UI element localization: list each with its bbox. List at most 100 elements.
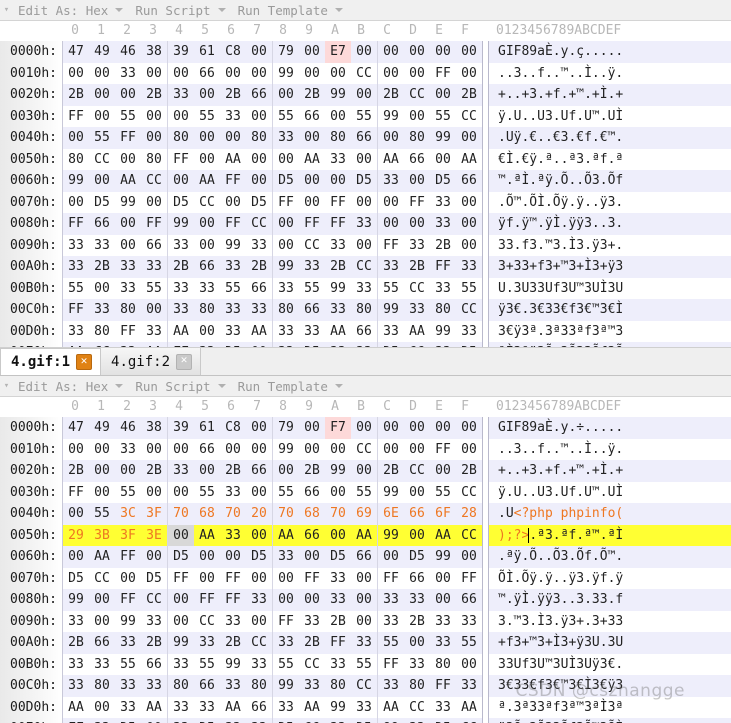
hex-byte[interactable]: 38 (141, 417, 167, 439)
hex-byte[interactable]: 99 (378, 482, 404, 504)
table-row[interactable]: 00D0h: AA 00 33 AA 33 33 AA 66 33 AA 99 33 AA CC 33 AA ª.… (0, 696, 731, 718)
hex-byte[interactable]: 00 (63, 503, 89, 525)
hex-byte[interactable]: CC (89, 568, 115, 590)
hex-byte[interactable]: 46 (115, 41, 141, 63)
hex-byte[interactable]: 33 (273, 632, 299, 654)
hex-byte[interactable]: 00 (404, 63, 430, 85)
hex-byte[interactable]: CC (456, 482, 482, 504)
hex-byte[interactable]: D5 (168, 546, 194, 568)
hex-byte[interactable]: 47 (63, 41, 89, 63)
hex-bytes[interactable]: 33 33 55 66 33 55 99 33 55 CC 33 55 FF 33 80 00 (62, 653, 483, 676)
hex-byte[interactable]: 33 (273, 127, 299, 149)
hex-byte[interactable]: 33 (378, 256, 404, 278)
hex-byte[interactable]: AA (246, 321, 272, 343)
hex-byte[interactable]: 00 (404, 170, 430, 192)
hex-byte[interactable]: 00 (325, 524, 351, 546)
hex-byte[interactable]: 3F (115, 524, 141, 546)
hex-byte[interactable]: FF (404, 192, 430, 214)
hex-byte[interactable]: 00 (115, 149, 141, 171)
hex-byte[interactable]: FF (63, 299, 89, 321)
hex-byte[interactable]: 33 (220, 675, 246, 697)
hex-byte[interactable]: 33 (63, 654, 89, 676)
hex-byte[interactable]: CC (194, 611, 220, 633)
hex-byte[interactable]: 00 (141, 127, 167, 149)
hex-byte[interactable]: 99 (168, 213, 194, 235)
chevron-down-icon[interactable] (334, 8, 343, 12)
hex-byte[interactable]: 55 (63, 278, 89, 300)
hex-byte[interactable]: 39 (168, 417, 194, 439)
hex-byte[interactable]: 33 (89, 654, 115, 676)
hex-byte[interactable]: 66 (456, 589, 482, 611)
hex-byte[interactable]: 70 (168, 503, 194, 525)
hex-byte[interactable]: 00 (299, 41, 325, 63)
hex-byte[interactable]: 33 (378, 321, 404, 343)
ascii-text[interactable]: +f3+™3+Ì3+ÿ3U.3U (488, 632, 731, 654)
hex-byte[interactable]: 80 (273, 299, 299, 321)
hex-byte[interactable]: 79 (273, 417, 299, 439)
hex-byte[interactable]: 55 (273, 482, 299, 504)
hex-byte[interactable]: 55 (273, 106, 299, 128)
ascii-text[interactable]: );?>.ª3.ªf.ª™.ªÌ (488, 524, 731, 546)
hex-byte[interactable]: 80 (246, 675, 272, 697)
hex-byte[interactable]: 33 (246, 299, 272, 321)
hex-byte[interactable]: D5 (194, 718, 220, 723)
hex-byte[interactable]: 00 (456, 127, 482, 149)
hex-byte[interactable]: 00 (115, 568, 141, 590)
hex-byte[interactable]: AA (351, 524, 377, 546)
hex-byte[interactable]: FF (325, 192, 351, 214)
hex-byte[interactable]: 00 (351, 417, 377, 439)
hex-byte[interactable]: 33 (456, 611, 482, 633)
table-row[interactable]: 0080h: 99 00 FF CC 00 FF FF 33 00 00 33 00 33 33 00 66 ™.… (0, 589, 731, 611)
table-row[interactable]: 00C0h: 33 80 33 33 80 66 33 80 99 33 80 CC 33 80 FF 33 3€… (0, 675, 731, 697)
hex-byte[interactable]: 55 (194, 482, 220, 504)
hex-byte[interactable]: 00 (141, 106, 167, 128)
hex-byte[interactable]: 33 (63, 611, 89, 633)
hex-byte[interactable]: 2B (63, 460, 89, 482)
hex-byte[interactable]: 00 (404, 106, 430, 128)
hex-byte[interactable]: 00 (456, 192, 482, 214)
hex-byte[interactable]: AA (115, 170, 141, 192)
hex-byte[interactable]: 66 (299, 106, 325, 128)
chevron-down-icon[interactable] (217, 8, 226, 12)
hex-byte[interactable]: AA (378, 149, 404, 171)
hex-byte[interactable]: 33 (456, 256, 482, 278)
hex-byte[interactable]: CC (351, 439, 377, 461)
table-row[interactable]: 0040h: 00 55 FF 00 80 00 00 80 33 00 80 66 00 80 99 00 .U… (0, 127, 731, 149)
hex-byte[interactable]: 00 (246, 63, 272, 85)
hex-byte[interactable]: 00 (456, 546, 482, 568)
hex-byte[interactable]: 80 (325, 127, 351, 149)
hex-byte[interactable]: D5 (325, 546, 351, 568)
table-row[interactable]: 0060h: 00 AA FF 00 D5 00 00 D5 33 00 D5 66 00 D5 99 00 .ª… (0, 546, 731, 568)
hex-byte[interactable]: 33 (246, 589, 272, 611)
hex-byte[interactable]: 00 (273, 84, 299, 106)
hex-byte[interactable]: 6E (378, 503, 404, 525)
hex-byte[interactable]: 00 (299, 546, 325, 568)
hex-byte[interactable]: 33 (141, 321, 167, 343)
hex-byte[interactable]: 66 (246, 84, 272, 106)
hex-byte[interactable]: 66 (141, 235, 167, 257)
hex-byte[interactable]: 33 (351, 213, 377, 235)
hex-byte[interactable]: 38 (141, 41, 167, 63)
hex-byte[interactable]: 2B (404, 256, 430, 278)
hex-byte[interactable]: 00 (246, 106, 272, 128)
hex-byte[interactable]: 28 (456, 503, 482, 525)
hex-byte[interactable]: 55 (115, 654, 141, 676)
hex-byte[interactable]: 00 (430, 417, 456, 439)
hex-byte[interactable]: 33 (194, 632, 220, 654)
hex-byte[interactable]: D5 (273, 718, 299, 723)
hex-byte[interactable]: 00 (404, 632, 430, 654)
hex-byte[interactable]: 99 (220, 654, 246, 676)
ascii-text[interactable]: ™.ªÌ.ªÿ.Õ..Õ3.Õf (488, 170, 731, 192)
hex-byte[interactable]: 80 (404, 127, 430, 149)
hex-bytes[interactable]: 2B 00 00 2B 33 00 2B 66 00 2B 99 00 2B CC 00 2B (62, 460, 483, 482)
hex-byte[interactable]: 33 (115, 63, 141, 85)
hex-byte[interactable]: 00 (351, 611, 377, 633)
hex-byte[interactable]: 33 (141, 611, 167, 633)
hex-byte[interactable]: 66 (141, 654, 167, 676)
hex-byte[interactable]: E7 (325, 41, 351, 63)
hex-byte[interactable]: 00 (273, 149, 299, 171)
hex-byte[interactable]: 2B (220, 632, 246, 654)
chevron-down-icon[interactable] (115, 384, 124, 388)
hex-byte[interactable]: 00 (351, 460, 377, 482)
chevron-down-icon[interactable] (115, 8, 124, 12)
